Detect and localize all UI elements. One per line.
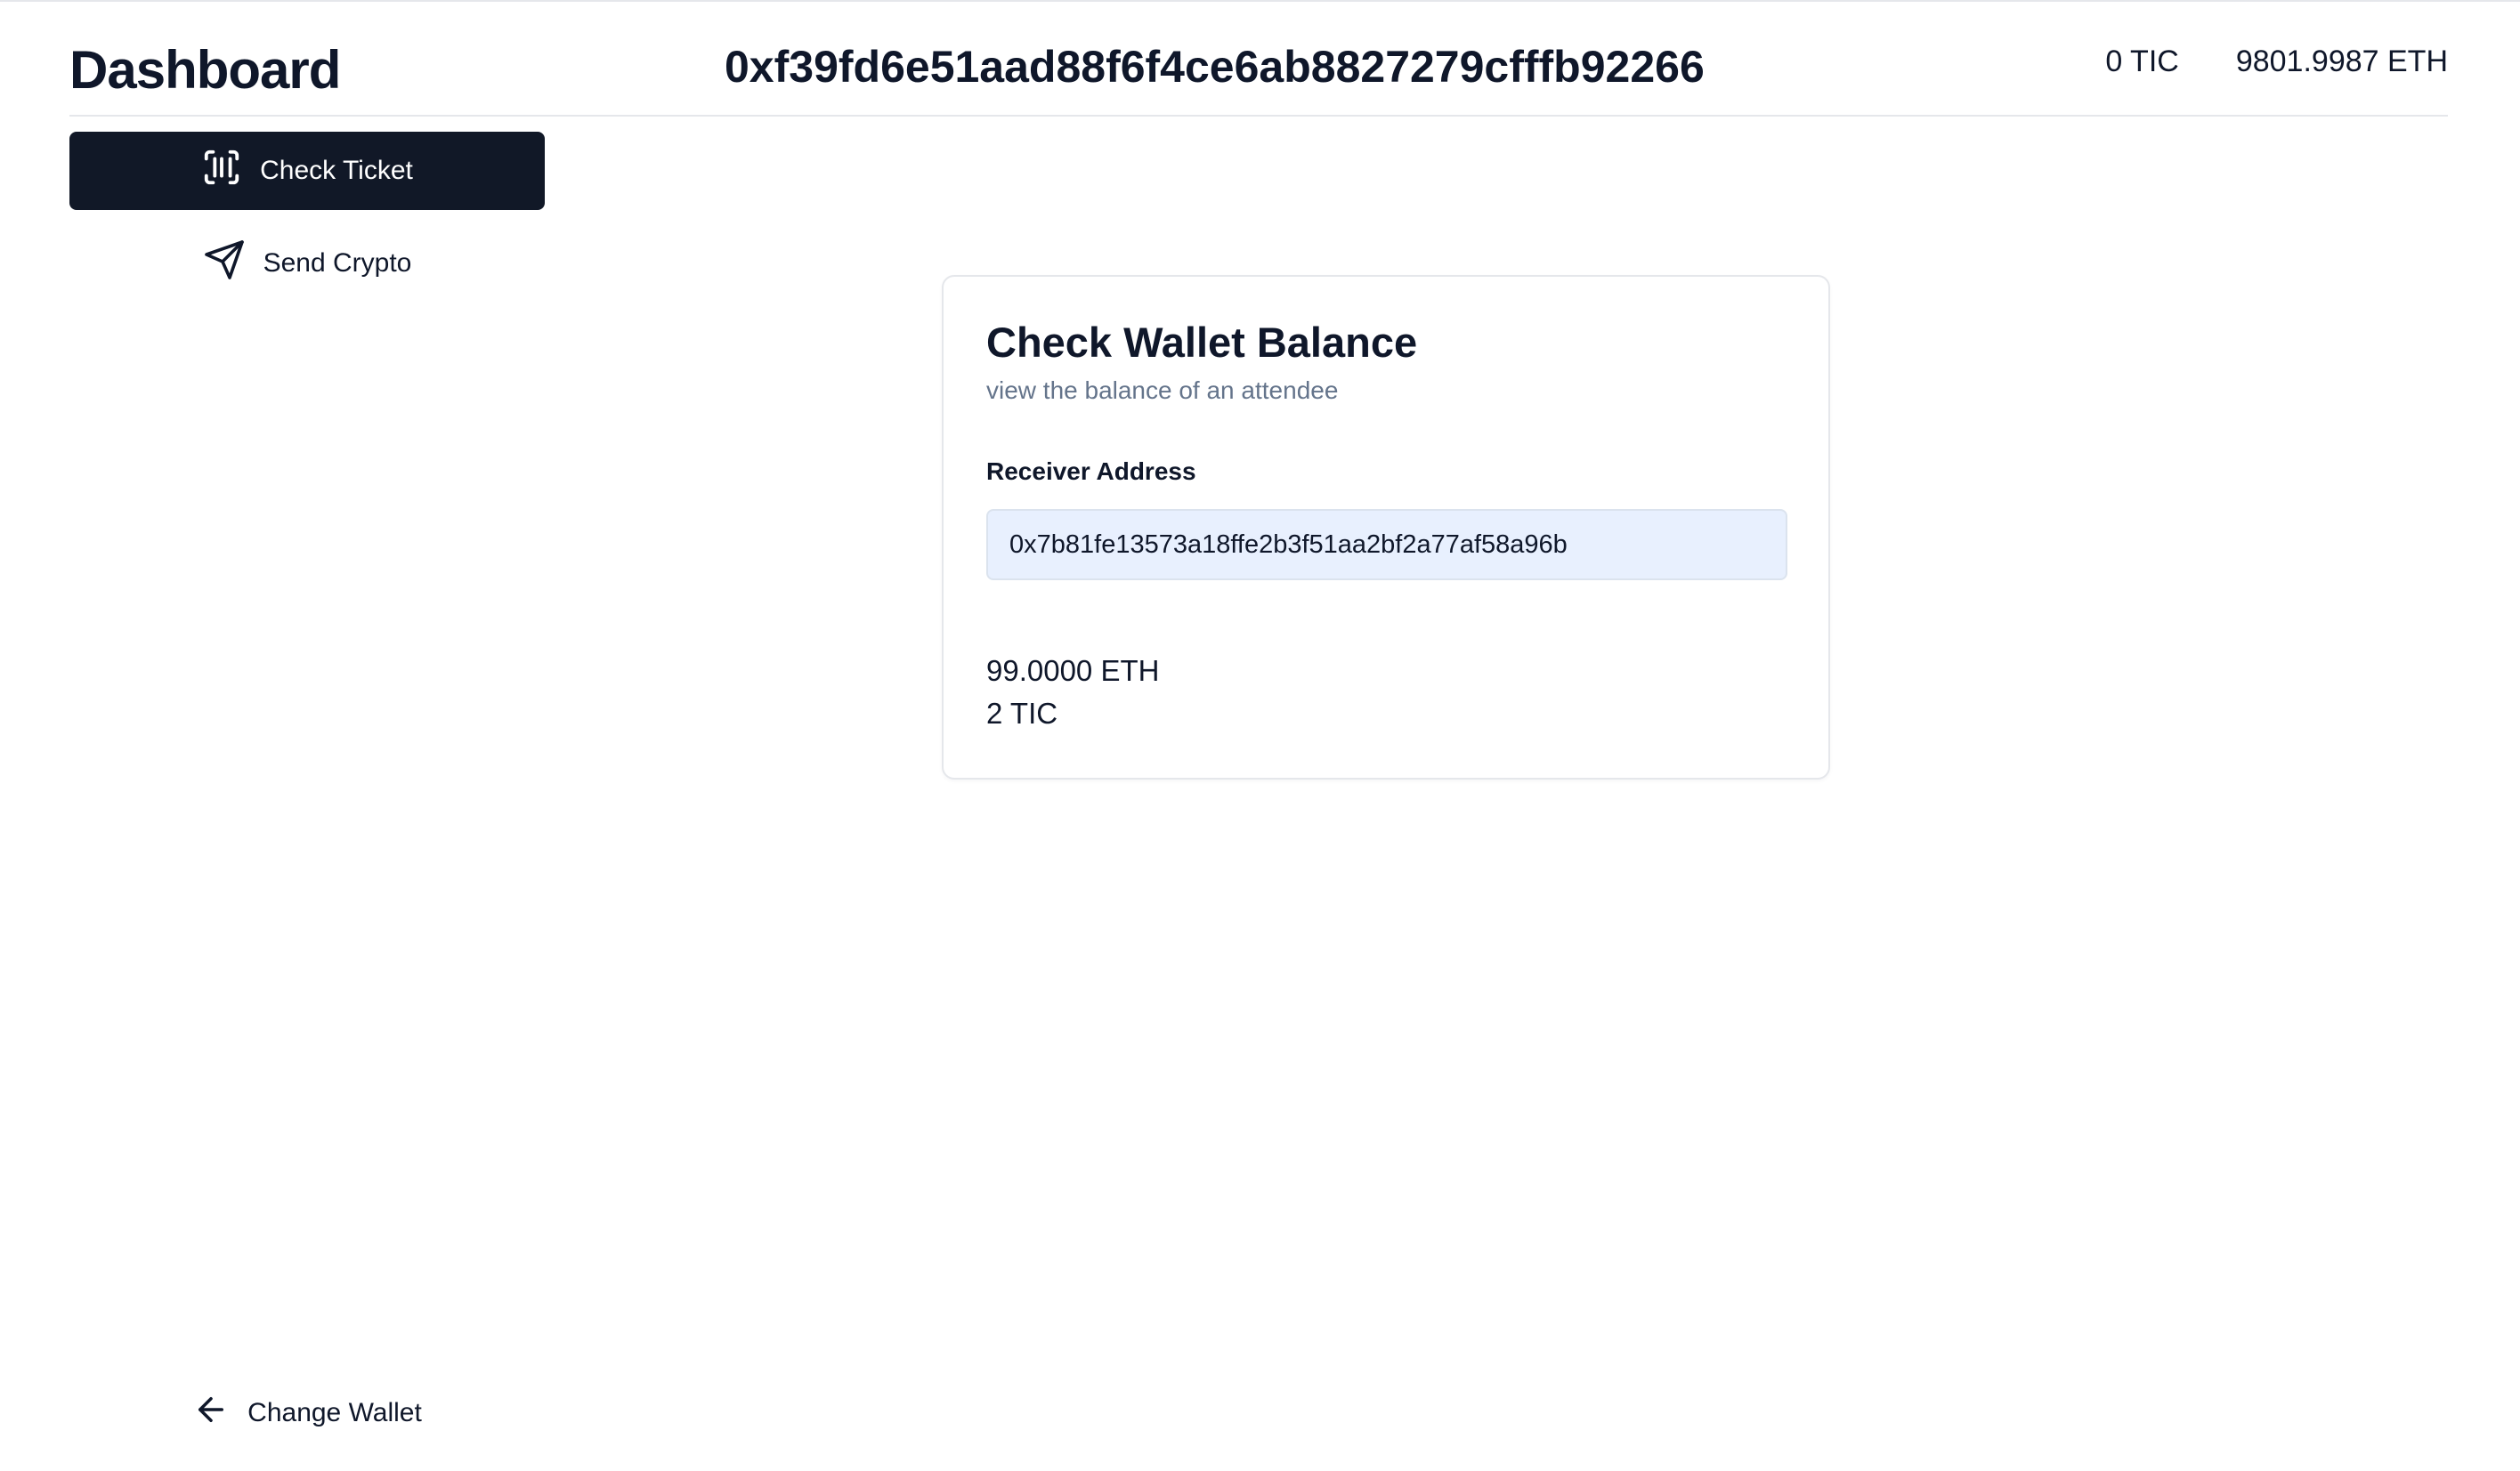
connected-wallet-address: 0xf39fd6e51aad88f6f4ce6ab8827279cfffb922… [725, 42, 1705, 92]
page-title: Dashboard [69, 40, 341, 100]
receiver-address-input[interactable] [986, 509, 1787, 580]
sidebar-item-label: Check Ticket [260, 156, 413, 185]
receiver-address-label: Receiver Address [986, 457, 1196, 485]
header-balances: 0 TIC 9801.9987 ETH [2105, 44, 2448, 79]
card-subtitle: view the balance of an attendee [986, 376, 1339, 404]
send-icon [203, 238, 246, 288]
sidebar-item-check-ticket[interactable]: Check Ticket [69, 132, 545, 210]
eth-balance: 9801.9987 ETH [2235, 44, 2448, 78]
change-wallet-button[interactable]: Change Wallet [69, 1378, 545, 1449]
arrow-left-icon [192, 1391, 230, 1435]
result-tic-balance: 2 TIC [986, 697, 1058, 730]
change-wallet-label: Change Wallet [247, 1398, 422, 1427]
sidebar-item-label: Send Crypto [263, 248, 412, 278]
card-title: Check Wallet Balance [986, 319, 1418, 366]
check-wallet-balance-card: Check Wallet Balance view the balance of… [942, 275, 1830, 780]
tic-balance: 0 TIC [2105, 44, 2179, 78]
scan-barcode-icon [201, 147, 242, 195]
sidebar-item-send-crypto[interactable]: Send Crypto [69, 224, 545, 303]
result-eth-balance: 99.0000 ETH [986, 654, 1160, 687]
header: Dashboard 0xf39fd6e51aad88f6f4ce6ab88272… [69, 0, 2448, 117]
